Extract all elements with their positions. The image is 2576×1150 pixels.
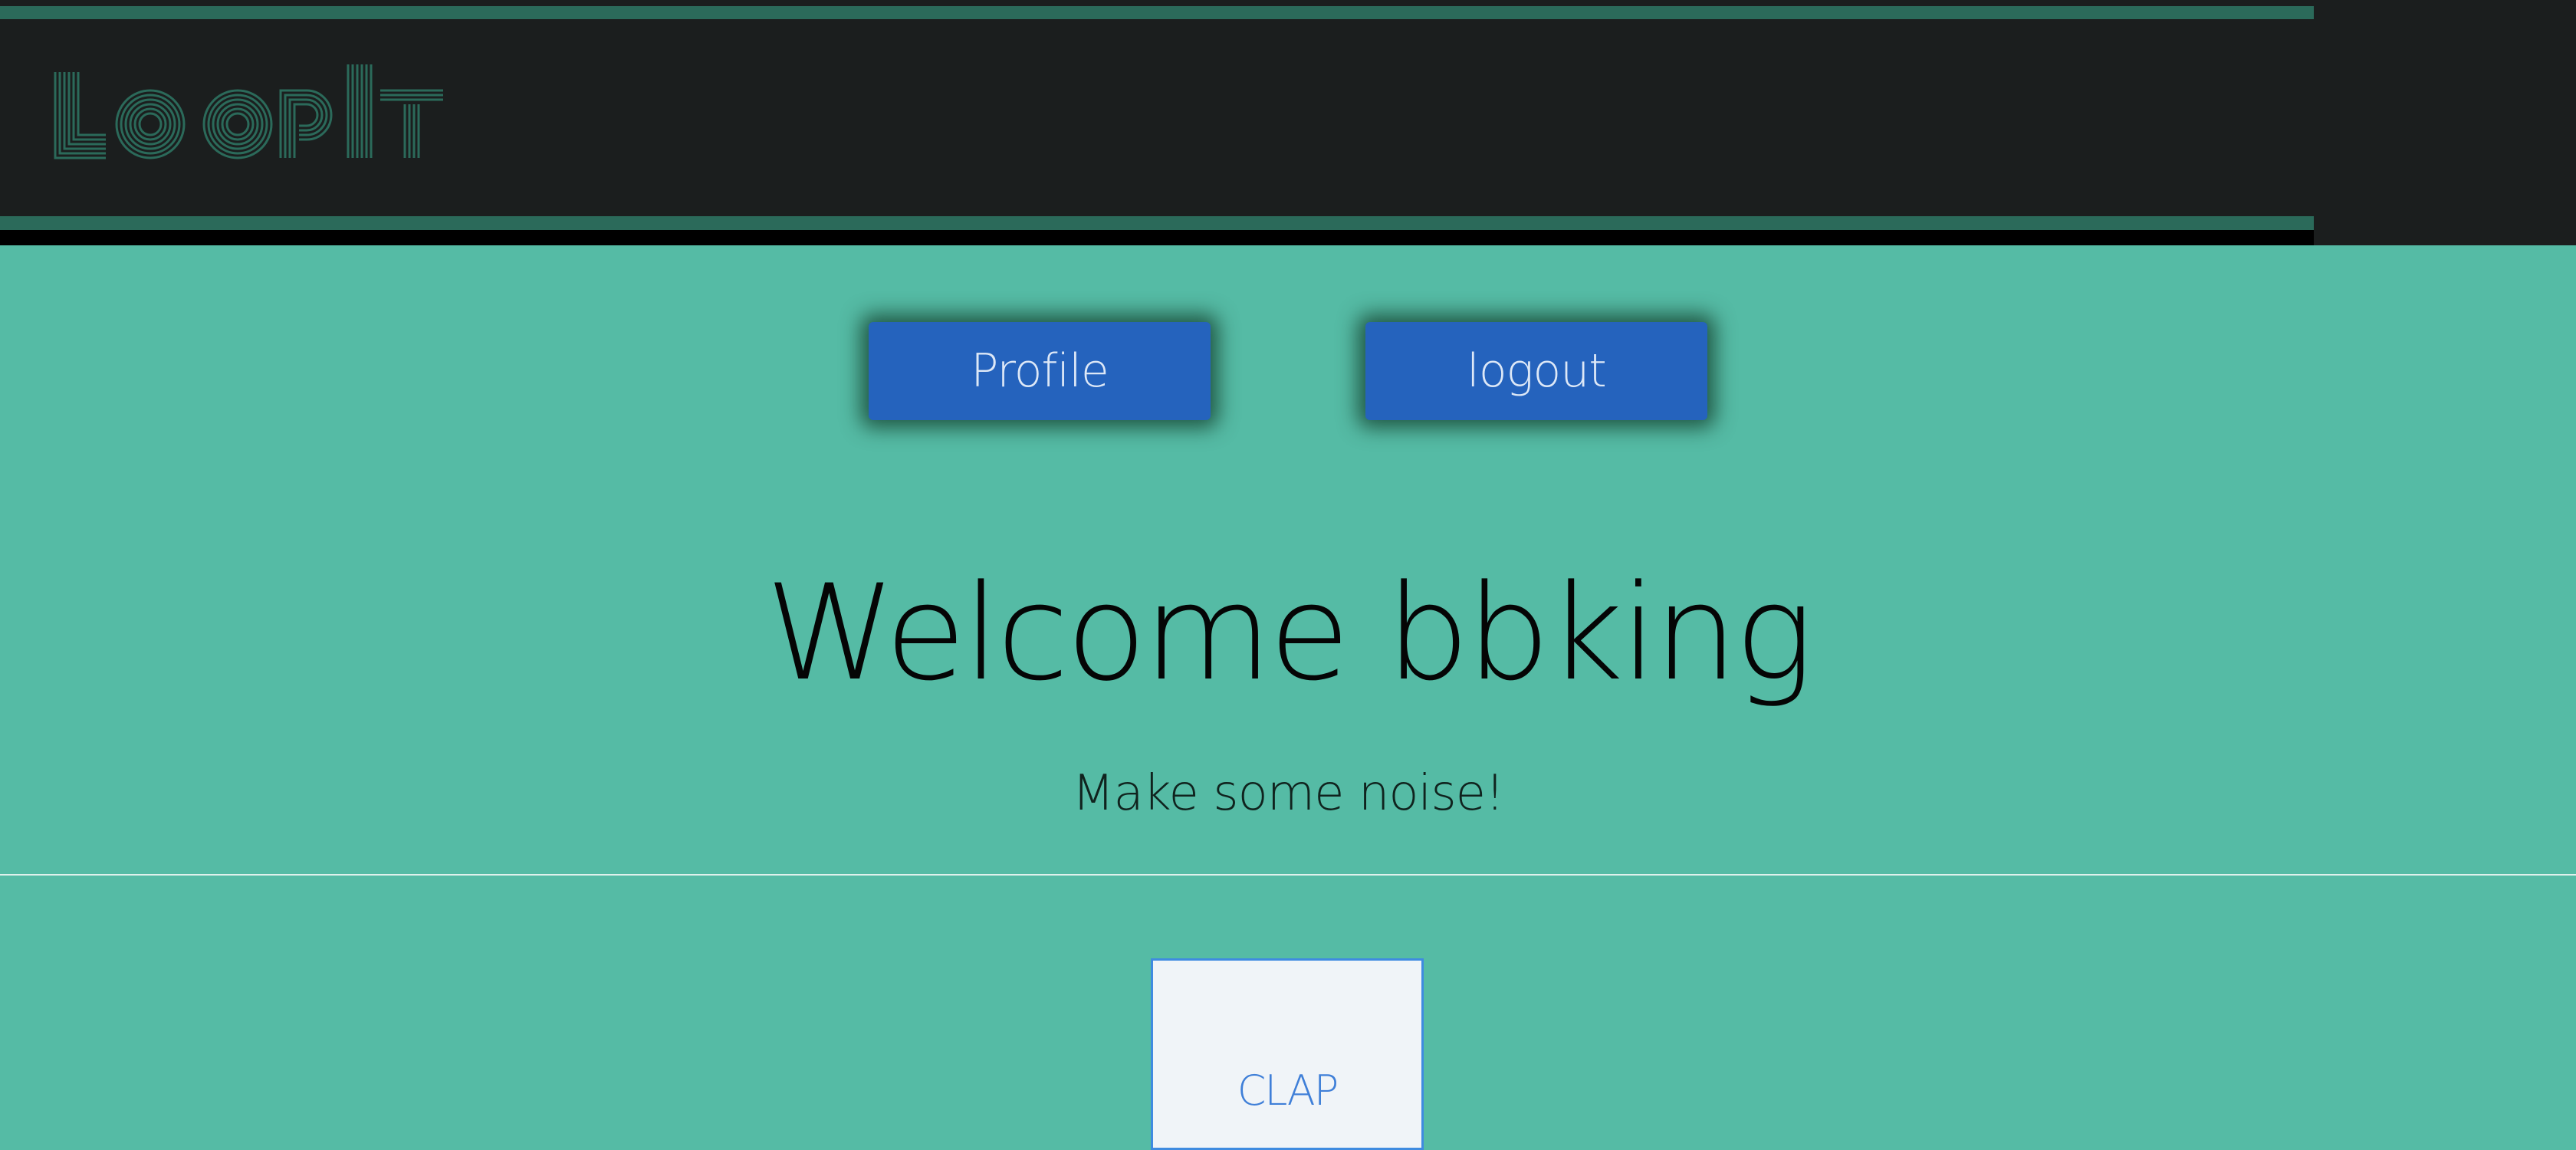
loopit-logo[interactable] <box>51 61 449 169</box>
header-bottom-stripe <box>0 216 2314 230</box>
welcome-heading: Welcome bbking <box>765 556 1813 710</box>
clap-pad[interactable]: CLAP <box>1151 958 1424 1150</box>
tagline-text: Make some noise! <box>1072 765 1504 822</box>
pad-label: CLAP <box>1237 1066 1339 1115</box>
logout-button[interactable]: logout <box>1365 322 1707 420</box>
profile-button[interactable]: Profile <box>869 322 1211 420</box>
section-divider <box>0 874 2576 876</box>
loopit-logo-graphic <box>54 64 443 159</box>
site-header <box>0 0 2576 245</box>
header-top-stripe <box>0 6 2314 19</box>
header-base-bar <box>0 230 2314 245</box>
